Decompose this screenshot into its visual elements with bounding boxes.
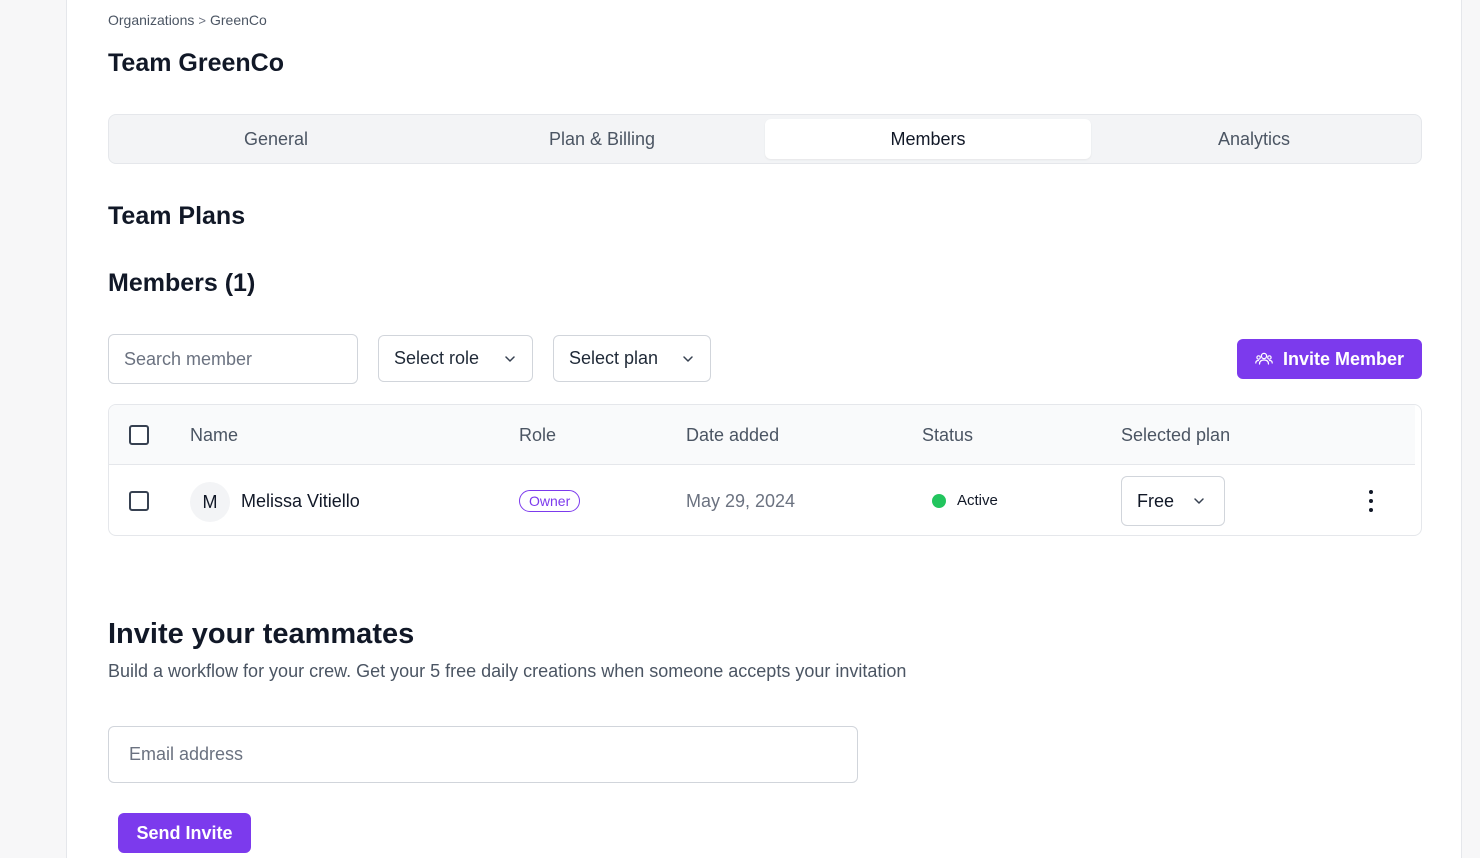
column-header-role[interactable]: Role [519, 425, 556, 446]
more-vertical-icon[interactable] [1361, 488, 1381, 514]
column-header-status[interactable]: Status [922, 425, 973, 446]
invite-member-button[interactable]: Invite Member [1237, 339, 1422, 379]
member-plan-select[interactable]: Free [1121, 476, 1225, 526]
status-indicator [932, 494, 946, 508]
members-table: Name Role Date added Status Selected pla… [108, 404, 1422, 536]
search-member-input[interactable] [108, 334, 358, 384]
settings-tabs: General Plan & Billing Members Analytics [108, 114, 1422, 164]
member-name: Melissa Vitiello [241, 491, 360, 511]
column-header-date-added[interactable]: Date added [686, 425, 779, 446]
breadcrumb-organizations-link[interactable]: Organizations [108, 12, 194, 28]
email-address-input[interactable] [108, 726, 858, 783]
invite-heading: Invite your teammates [108, 618, 415, 650]
column-header-name[interactable]: Name [190, 425, 238, 446]
users-icon [1255, 352, 1273, 365]
tab-general[interactable]: General [113, 119, 439, 159]
select-plan-dropdown[interactable]: Select plan [553, 335, 711, 382]
row-checkbox[interactable] [129, 491, 149, 511]
invite-subtitle: Build a workflow for your crew. Get your… [108, 661, 907, 681]
date-added: May 29, 2024 [686, 491, 796, 511]
breadcrumb-separator: > [198, 12, 206, 28]
breadcrumb-current: GreenCo [209, 12, 267, 28]
invite-member-label: Invite Member [1282, 348, 1405, 369]
send-invite-button[interactable]: Send Invite [118, 813, 251, 853]
team-plans-heading: Team Plans [108, 202, 246, 230]
tab-plan-billing[interactable]: Plan & Billing [439, 119, 765, 159]
select-all-checkbox[interactable] [129, 425, 149, 445]
column-header-selected-plan[interactable]: Selected plan [1121, 425, 1230, 446]
select-role-label: Select role [394, 348, 480, 368]
select-role-dropdown[interactable]: Select role [378, 335, 533, 382]
chevron-down-icon [505, 355, 515, 362]
page-title: Team GreenCo [108, 49, 284, 77]
tab-analytics[interactable]: Analytics [1091, 119, 1417, 159]
member-plan-value: Free [1137, 490, 1175, 511]
breadcrumb: Organizations > GreenCo [108, 12, 267, 28]
page-container: Organizations > GreenCo Team GreenCo Gen… [66, 0, 1462, 858]
table-header: Name Role Date added Status Selected pla… [109, 405, 1415, 465]
status-badge: Active [957, 492, 998, 509]
tab-members[interactable]: Members [765, 119, 1091, 159]
chevron-down-icon [1194, 498, 1204, 504]
members-heading: Members (1) [108, 269, 256, 297]
select-plan-label: Select plan [569, 348, 659, 368]
chevron-down-icon [683, 355, 693, 362]
table-row: M Melissa Vitiello Owner May 29, 2024 Ac… [109, 466, 1421, 535]
avatar: M [190, 482, 230, 522]
role-badge: Owner [519, 490, 581, 512]
